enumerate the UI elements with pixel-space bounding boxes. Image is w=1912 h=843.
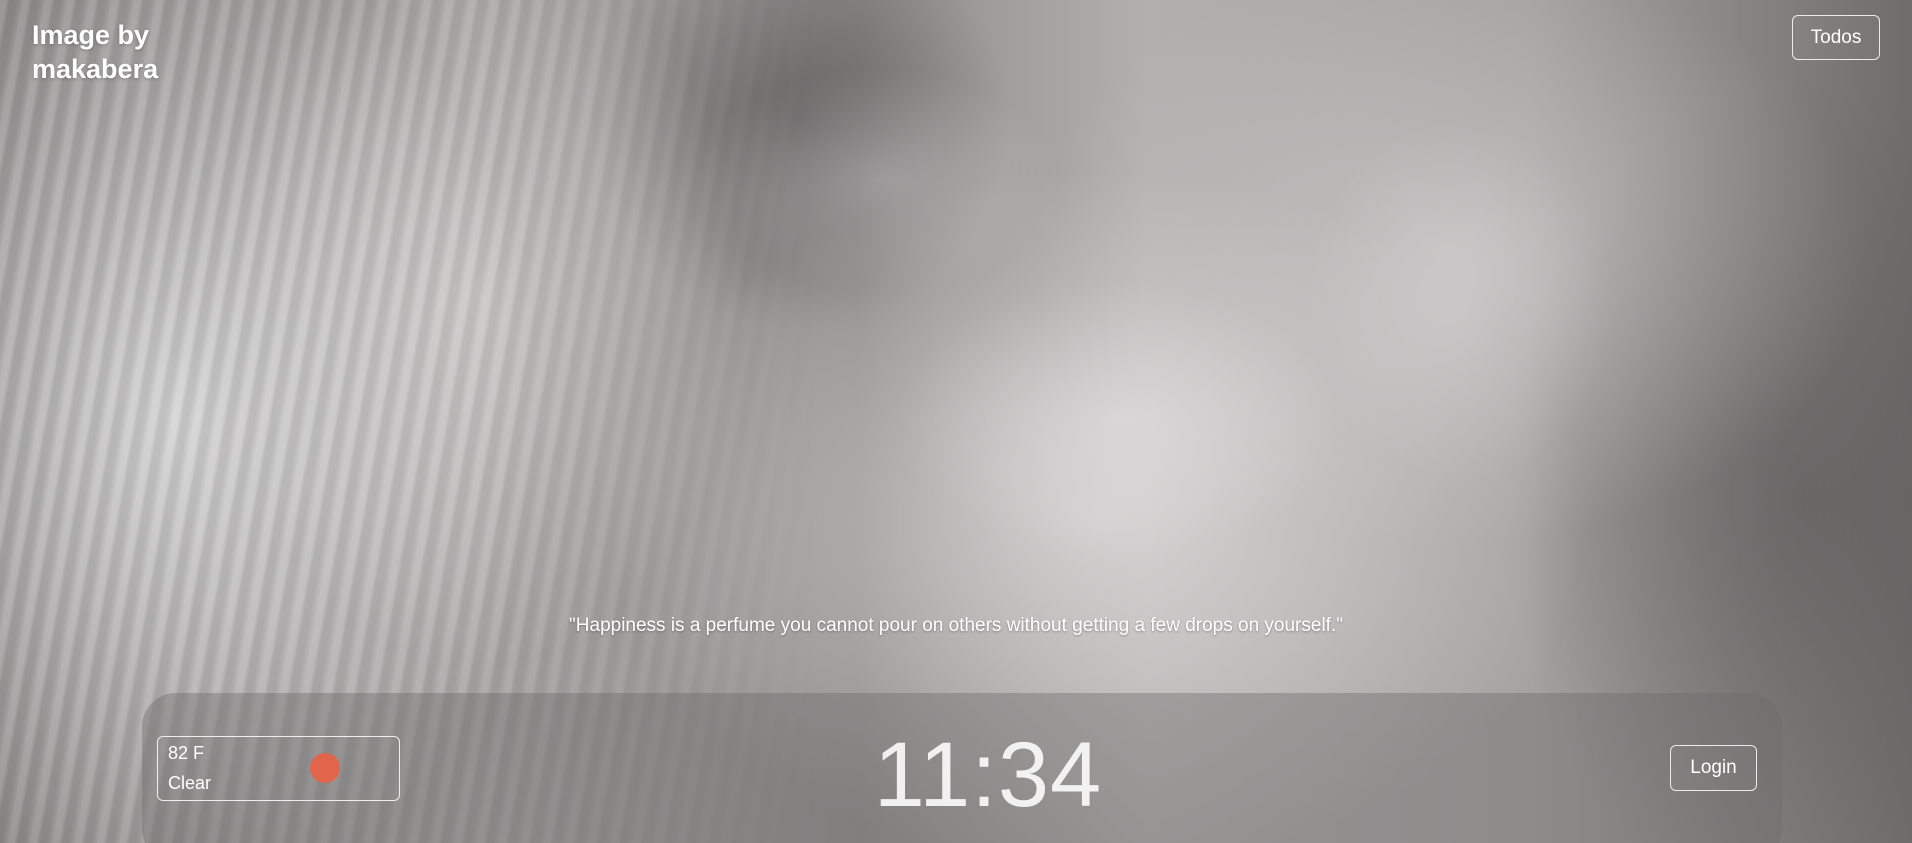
background-photo: Image by makabera Todos "Happiness is a …	[0, 0, 1912, 843]
todos-button[interactable]: Todos	[1792, 15, 1880, 60]
quote-text: "Happiness is a perfume you cannot pour …	[569, 615, 1343, 636]
clock-time: 11:34	[873, 724, 1103, 826]
login-button[interactable]: Login	[1670, 745, 1757, 791]
image-credit: Image by makabera	[32, 20, 159, 84]
